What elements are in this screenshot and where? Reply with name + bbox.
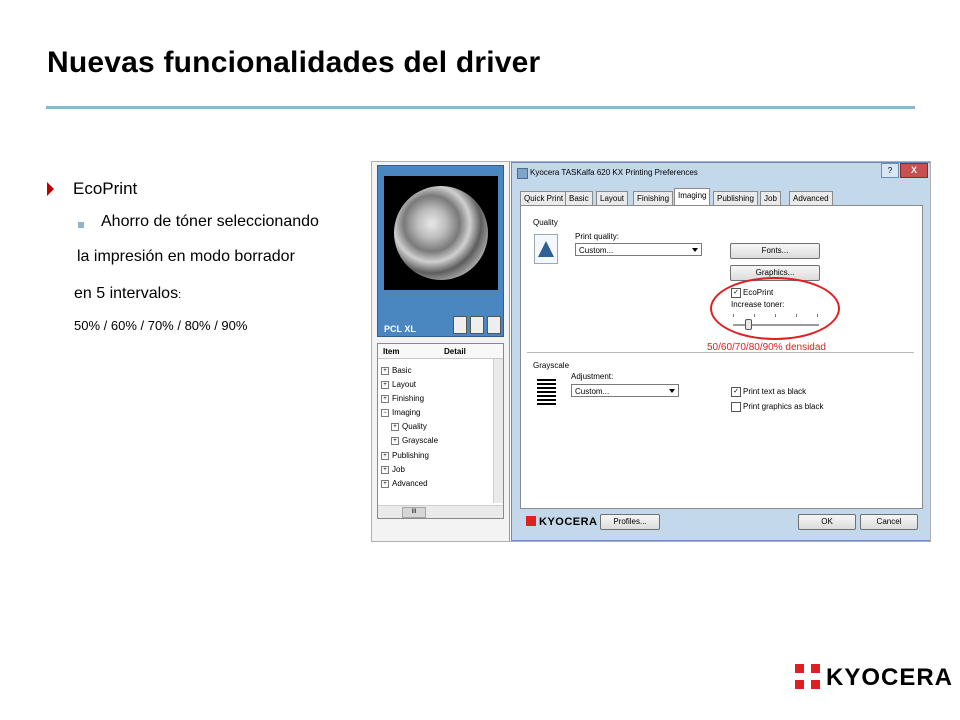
tab-quick-print[interactable]: Quick Print (520, 191, 568, 205)
preview-icons (453, 316, 501, 334)
print-text-black-checkbox[interactable]: ✓ (731, 387, 741, 397)
tree-item-label: Layout (392, 380, 417, 389)
tab-finishing[interactable]: Finishing (633, 191, 674, 205)
settings-tree: Item Detail + Basic + Layout + Finishing − I… (377, 343, 504, 519)
tree-vertical-scrollbar[interactable] (493, 359, 503, 503)
tree-item-label: Basic (392, 366, 412, 375)
ecoprint-highlight (710, 277, 840, 340)
print-preview: PCL XL (377, 165, 504, 337)
bullet-text: EcoPrint (73, 179, 138, 198)
density-annotation: 50/60/70/80/90% densidad (707, 342, 826, 353)
tab-job[interactable]: Job (760, 191, 781, 205)
expand-icon[interactable]: + (391, 422, 399, 431)
close-button[interactable]: X (900, 163, 928, 178)
kyocera-brand-text: KYOCERA (539, 516, 598, 528)
tab-basic[interactable]: Basic (565, 191, 593, 205)
help-button[interactable]: ? (881, 163, 899, 178)
tree-item-finishing[interactable]: + Finishing (381, 394, 424, 403)
sub-bullet-colon: : (178, 289, 182, 301)
printer-icon (517, 168, 528, 179)
kyocera-brand: KYOCERA (526, 516, 598, 528)
print-graphics-black-checkbox[interactable] (731, 402, 741, 412)
tree-item-imaging[interactable]: − Imaging (381, 408, 420, 417)
chevron-down-icon (692, 248, 698, 252)
printer-icon[interactable] (453, 316, 467, 334)
tree-item-label: Job (392, 465, 405, 474)
slide-title: Nuevas funcionalidades del driver (47, 46, 541, 79)
collapse-icon[interactable]: − (381, 408, 389, 417)
expand-icon[interactable]: + (381, 366, 389, 375)
tab-layout[interactable]: Layout (596, 191, 629, 205)
preview-image (384, 176, 498, 290)
sub-bullet-line-3: en 5 intervalos: (74, 285, 181, 303)
adjustment-value: Custom... (575, 387, 610, 396)
document-icon[interactable] (487, 316, 501, 334)
preview-pane: PCL XL Item Detail + Basic + Layout + Finis… (372, 162, 510, 541)
tab-publishing[interactable]: Publishing (713, 191, 758, 205)
printing-preferences-dialog: Kyocera TASKalfa 620 KX Printing Prefere… (511, 162, 930, 541)
tree-header: Item Detail (378, 344, 503, 359)
tree-item-job[interactable]: + Job (381, 465, 405, 474)
tree-item-publishing[interactable]: + Publishing (381, 451, 429, 460)
tree-horizontal-scrollbar[interactable]: III (378, 505, 503, 518)
print-quality-label: Print quality: (575, 232, 620, 241)
tree-item-label: Quality (402, 422, 427, 431)
pcl-label: PCL XL (384, 324, 416, 334)
expand-icon[interactable]: + (381, 451, 389, 460)
kyocera-wordmark: KYOCERA (826, 664, 954, 691)
cancel-button[interactable]: Cancel (860, 514, 918, 530)
profiles-button[interactable]: Profiles... (600, 514, 660, 530)
tree-item-label: Advanced (392, 479, 428, 488)
print-graphics-black-label: Print graphics as black (743, 402, 824, 411)
density-levels: 50% / 60% / 70% / 80% / 90% (74, 318, 248, 333)
print-quality-value: Custom... (579, 246, 614, 255)
tree-item-label: Finishing (392, 394, 425, 403)
driver-screenshot: PCL XL Item Detail + Basic + Layout + Finis… (371, 161, 931, 542)
fonts-button[interactable]: Fonts... (730, 243, 820, 259)
grayscale-group-label: Grayscale (533, 361, 570, 370)
square-bullet-icon (78, 222, 84, 228)
print-quality-dropdown[interactable]: Custom... (575, 243, 702, 256)
tree-item-quality[interactable]: + Quality (391, 422, 427, 431)
quality-icon (534, 234, 558, 264)
tree-item-label: Grayscale (402, 436, 439, 445)
tree-item-label: Publishing (392, 451, 429, 460)
earth-image (394, 186, 488, 280)
tree-item-basic[interactable]: + Basic (381, 366, 412, 375)
grayscale-icon (537, 379, 556, 407)
tab-advanced[interactable]: Advanced (789, 191, 833, 205)
expand-icon[interactable]: + (381, 394, 389, 403)
tree-header-detail[interactable]: Detail (444, 347, 466, 356)
kyocera-logo-icon (795, 664, 820, 689)
expand-icon[interactable]: + (391, 436, 399, 445)
scroll-thumb[interactable]: III (402, 507, 426, 518)
sub-bullet-line-1: Ahorro de tóner seleccionando (101, 213, 319, 230)
adjustment-label: Adjustment: (571, 372, 614, 381)
bullet-triangle-icon (47, 182, 54, 196)
sub-bullet-line-3-text: en 5 intervalos (74, 285, 179, 302)
dialog-title: Kyocera TASKalfa 620 KX Printing Prefere… (530, 168, 698, 177)
adjustment-dropdown[interactable]: Custom... (571, 384, 679, 397)
print-text-black-label: Print text as black (743, 387, 807, 396)
ok-button[interactable]: OK (798, 514, 856, 530)
pages-icon[interactable] (470, 316, 484, 334)
expand-icon[interactable]: + (381, 465, 389, 474)
tab-imaging[interactable]: Imaging (674, 188, 711, 206)
tree-item-grayscale[interactable]: + Grayscale (391, 436, 438, 445)
title-rule (46, 106, 915, 109)
chevron-down-icon (669, 389, 675, 393)
tree-item-label: Imaging (392, 408, 421, 417)
imaging-panel: Quality Print quality: Custom... Fonts..… (520, 205, 923, 509)
expand-icon[interactable]: + (381, 380, 389, 389)
tree-item-advanced[interactable]: + Advanced (381, 479, 428, 488)
sub-bullet-line-2: la impresión en modo borrador (77, 248, 295, 265)
kyocera-logo-icon (526, 516, 536, 526)
tree-header-item[interactable]: Item (383, 347, 399, 356)
tree-item-layout[interactable]: + Layout (381, 380, 416, 389)
quality-group-label: Quality (533, 218, 558, 227)
expand-icon[interactable]: + (381, 479, 389, 488)
